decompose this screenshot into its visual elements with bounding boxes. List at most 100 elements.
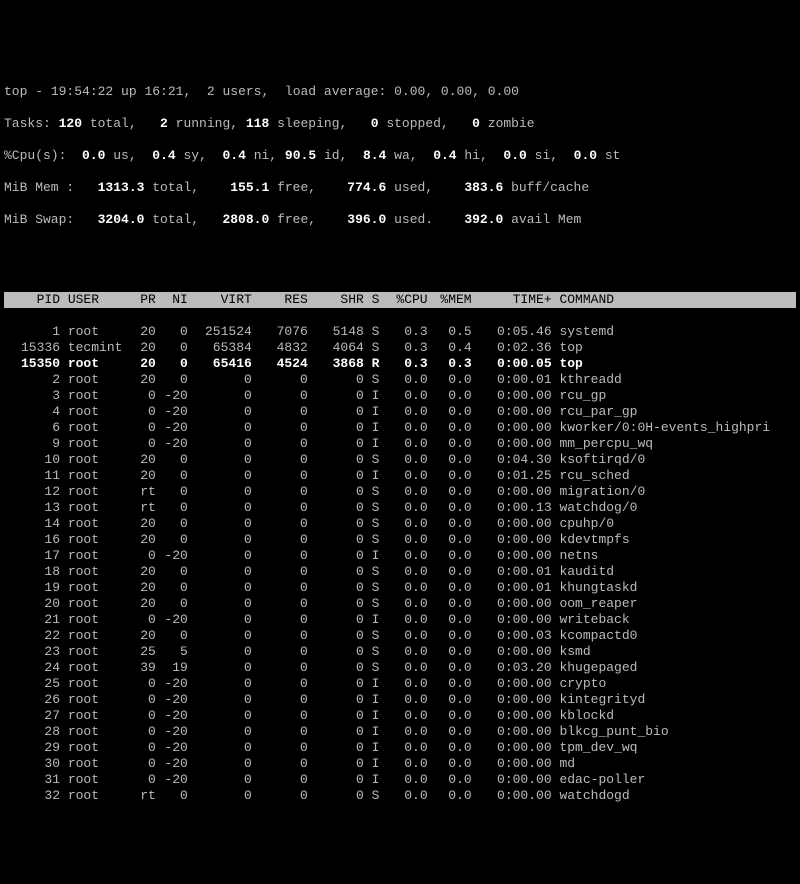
cell-command: crypto [559, 676, 606, 692]
cell-mem: 0.0 [428, 404, 472, 420]
process-row[interactable]: 15350 root2006541645243868 R0.30.30:00.0… [4, 356, 796, 372]
process-row[interactable]: 26 root0-20000 I0.00.00:00.00 kintegrity… [4, 692, 796, 708]
process-row[interactable]: 17 root0-20000 I0.00.00:00.00 netns [4, 548, 796, 564]
cell-s: I [372, 756, 384, 772]
cell-pid: 12 [4, 484, 60, 500]
cell-shr: 0 [308, 612, 364, 628]
process-row[interactable]: 27 root0-20000 I0.00.00:00.00 kblockd [4, 708, 796, 724]
cell-pr: rt [132, 788, 156, 804]
process-row[interactable]: 30 root0-20000 I0.00.00:00.00 md [4, 756, 796, 772]
cell-pid: 18 [4, 564, 60, 580]
cell-cpu: 0.0 [384, 788, 428, 804]
process-row[interactable]: 31 root0-20000 I0.00.00:00.00 edac-polle… [4, 772, 796, 788]
cell-s: I [372, 468, 384, 484]
process-row[interactable]: 4 root0-20000 I0.00.00:00.00 rcu_par_gp [4, 404, 796, 420]
cell-ni: -20 [156, 612, 188, 628]
cell-ni: -20 [156, 740, 188, 756]
process-list[interactable]: 1 root20025152470765148 S0.30.50:05.46 s… [4, 324, 796, 804]
cell-time: 0:01.25 [472, 468, 552, 484]
cell-virt: 0 [188, 612, 252, 628]
cell-ni: -20 [156, 772, 188, 788]
cell-pid: 2 [4, 372, 60, 388]
cell-time: 0:04.30 [472, 452, 552, 468]
cell-ni: -20 [156, 692, 188, 708]
cell-res: 0 [252, 660, 308, 676]
cell-ni: 0 [156, 324, 188, 340]
cell-time: 0:00.00 [472, 772, 552, 788]
process-row[interactable]: 6 root0-20000 I0.00.00:00.00 kworker/0:0… [4, 420, 796, 436]
col-shr: SHR [308, 292, 364, 308]
cell-mem: 0.0 [428, 612, 472, 628]
column-header[interactable]: PID USERPRNIVIRTRESSHR S%CPU%MEMTIME+ CO… [4, 292, 796, 308]
cell-res: 0 [252, 468, 308, 484]
cell-command: watchdogd [559, 788, 629, 804]
process-row[interactable]: 25 root0-20000 I0.00.00:00.00 crypto [4, 676, 796, 692]
process-row[interactable]: 12 rootrt0000 S0.00.00:00.00 migration/0 [4, 484, 796, 500]
process-row[interactable]: 21 root0-20000 I0.00.00:00.00 writeback [4, 612, 796, 628]
cell-res: 0 [252, 724, 308, 740]
blank-line [4, 260, 796, 276]
cell-user: root [68, 356, 132, 372]
cell-time: 0:05.46 [472, 324, 552, 340]
process-row[interactable]: 18 root200000 S0.00.00:00.01 kauditd [4, 564, 796, 580]
process-row[interactable]: 16 root200000 S0.00.00:00.00 kdevtmpfs [4, 532, 796, 548]
cell-ni: 0 [156, 484, 188, 500]
cell-time: 0:02.36 [472, 340, 552, 356]
process-row[interactable]: 28 root0-20000 I0.00.00:00.00 blkcg_punt… [4, 724, 796, 740]
cell-res: 0 [252, 500, 308, 516]
process-row[interactable]: 3 root0-20000 I0.00.00:00.00 rcu_gp [4, 388, 796, 404]
cell-user: root [68, 644, 132, 660]
cell-command: oom_reaper [559, 596, 637, 612]
process-row[interactable]: 24 root3919000 S0.00.00:03.20 khugepaged [4, 660, 796, 676]
cell-time: 0:00.00 [472, 676, 552, 692]
cell-shr: 0 [308, 644, 364, 660]
cell-shr: 0 [308, 388, 364, 404]
cell-ni: 0 [156, 468, 188, 484]
process-row[interactable]: 1 root20025152470765148 S0.30.50:05.46 s… [4, 324, 796, 340]
process-row[interactable]: 23 root255000 S0.00.00:00.00 ksmd [4, 644, 796, 660]
cell-shr: 0 [308, 740, 364, 756]
cell-user: root [68, 404, 132, 420]
cell-res: 0 [252, 596, 308, 612]
cell-user: root [68, 580, 132, 596]
process-row[interactable]: 13 rootrt0000 S0.00.00:00.13 watchdog/0 [4, 500, 796, 516]
cell-cpu: 0.0 [384, 580, 428, 596]
cell-command: blkcg_punt_bio [559, 724, 668, 740]
process-row[interactable]: 22 root200000 S0.00.00:00.03 kcompactd0 [4, 628, 796, 644]
cell-user: root [68, 772, 132, 788]
cell-ni: -20 [156, 404, 188, 420]
process-row[interactable]: 15336 tecmint2006538448324064 S0.30.40:0… [4, 340, 796, 356]
cell-command: ksoftirqd/0 [559, 452, 645, 468]
process-row[interactable]: 32 rootrt0000 S0.00.00:00.00 watchdogd [4, 788, 796, 804]
cell-time: 0:00.00 [472, 740, 552, 756]
cell-ni: 0 [156, 516, 188, 532]
cell-pr: 20 [132, 324, 156, 340]
process-row[interactable]: 20 root200000 S0.00.00:00.00 oom_reaper [4, 596, 796, 612]
cell-command: edac-poller [559, 772, 645, 788]
cell-virt: 251524 [188, 324, 252, 340]
cell-virt: 65416 [188, 356, 252, 372]
swap-line: MiB Swap: 3204.0 total, 2808.0 free, 396… [4, 212, 796, 228]
cell-s: I [372, 436, 384, 452]
cell-command: kauditd [559, 564, 614, 580]
process-row[interactable]: 9 root0-20000 I0.00.00:00.00 mm_percpu_w… [4, 436, 796, 452]
cell-pr: rt [132, 484, 156, 500]
cell-mem: 0.0 [428, 660, 472, 676]
cell-pr: 0 [132, 740, 156, 756]
process-row[interactable]: 2 root200000 S0.00.00:00.01 kthreadd [4, 372, 796, 388]
cell-shr: 5148 [308, 324, 364, 340]
process-row[interactable]: 19 root200000 S0.00.00:00.01 khungtaskd [4, 580, 796, 596]
col-res: RES [252, 292, 308, 308]
cell-user: root [68, 500, 132, 516]
cell-user: root [68, 516, 132, 532]
process-row[interactable]: 10 root200000 S0.00.00:04.30 ksoftirqd/0 [4, 452, 796, 468]
process-row[interactable]: 14 root200000 S0.00.00:00.00 cpuhp/0 [4, 516, 796, 532]
cell-ni: -20 [156, 756, 188, 772]
cell-virt: 0 [188, 772, 252, 788]
process-row[interactable]: 11 root200000 I0.00.00:01.25 rcu_sched [4, 468, 796, 484]
cell-user: tecmint [68, 340, 132, 356]
cell-s: I [372, 676, 384, 692]
cell-ni: 0 [156, 452, 188, 468]
cell-ni: -20 [156, 676, 188, 692]
process-row[interactable]: 29 root0-20000 I0.00.00:00.00 tpm_dev_wq [4, 740, 796, 756]
